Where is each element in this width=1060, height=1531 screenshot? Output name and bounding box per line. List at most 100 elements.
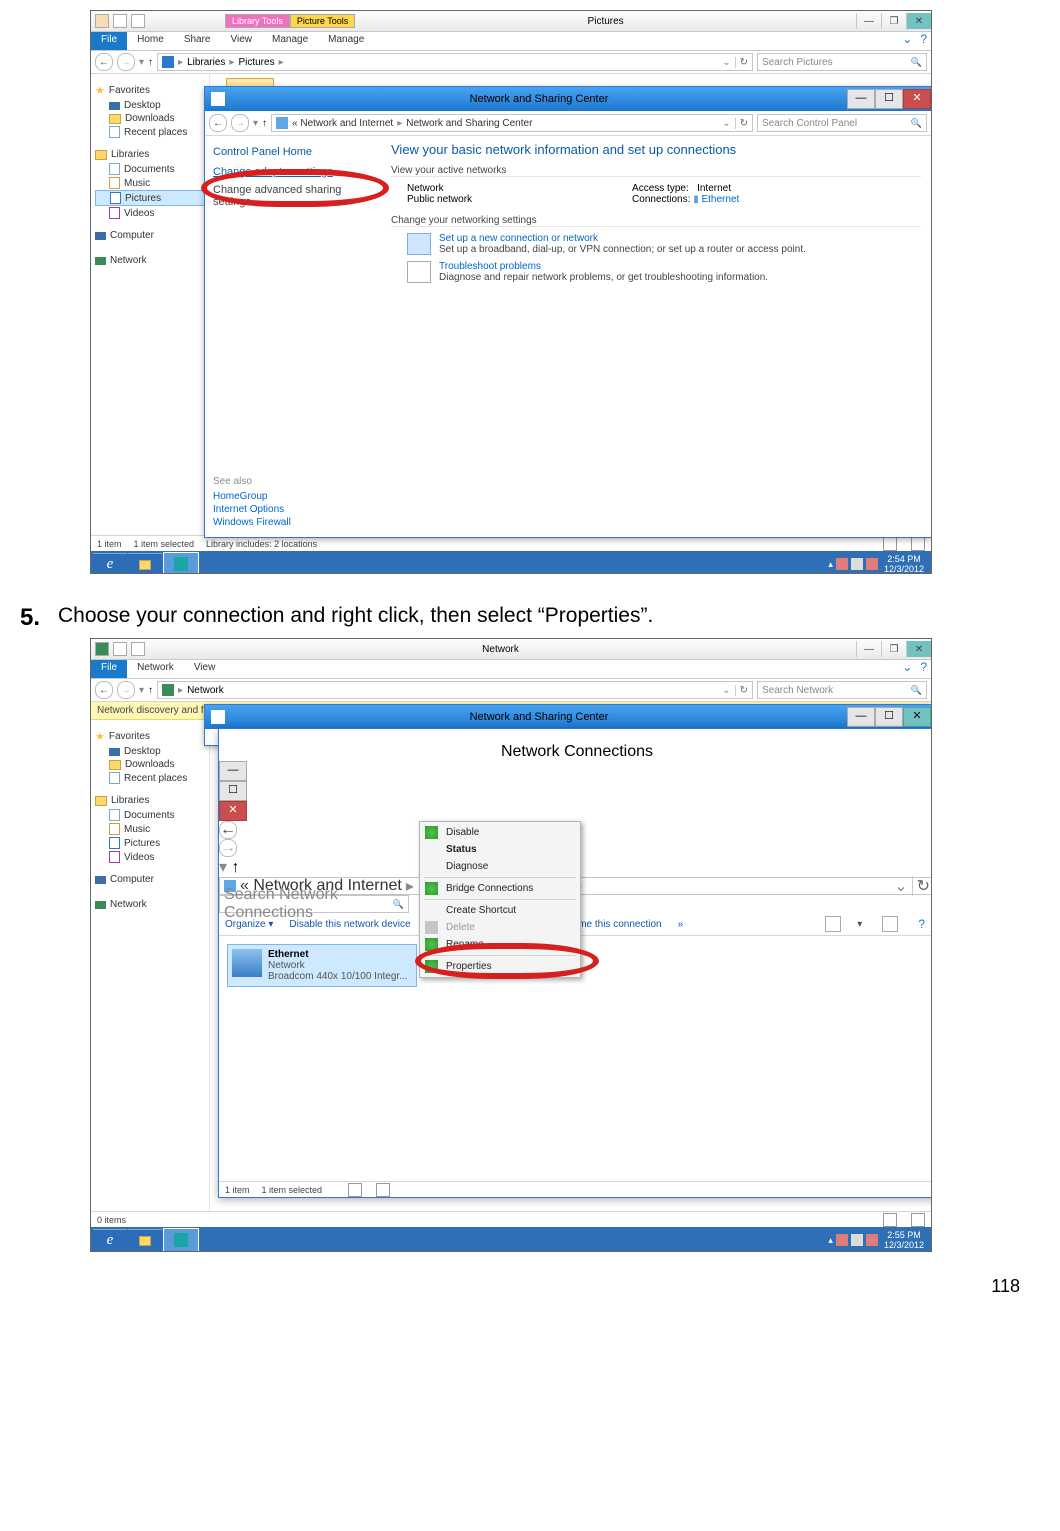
ribbon-tab[interactable]: View <box>221 32 263 50</box>
address-bar[interactable]: ▸ Libraries ▸ Pictures ▸ ⌄ ↻ <box>157 53 753 71</box>
ctx-rename[interactable]: Rename <box>420 936 580 953</box>
nav-group-network[interactable]: Network <box>95 255 205 266</box>
connection-ethernet-link[interactable]: Ethernet <box>701 194 739 205</box>
clock[interactable]: 2:54 PM 12/3/2012 <box>881 553 927 574</box>
view-options-icon[interactable] <box>825 916 841 932</box>
nav-item-videos[interactable]: Videos <box>95 206 205 220</box>
show-hidden-icon[interactable]: ▴ <box>828 559 833 570</box>
ribbon-tab[interactable]: Manage <box>318 32 374 50</box>
up-button[interactable]: ↑ <box>262 118 267 129</box>
forward-button[interactable]: → <box>231 114 249 132</box>
task-title[interactable]: Set up a new connection or network <box>439 233 598 244</box>
nav-item-music[interactable]: Music <box>95 176 205 190</box>
close-button[interactable]: ✕ <box>906 13 931 29</box>
back-button[interactable]: ← <box>95 681 113 699</box>
refresh-icon[interactable]: ↻ <box>735 57 748 68</box>
properties-icon[interactable] <box>113 14 127 28</box>
ribbon-tab[interactable]: Home <box>127 32 174 50</box>
thumbnails-view-icon[interactable] <box>376 1183 390 1197</box>
ribbon-tab[interactable]: View <box>184 660 226 678</box>
ctx-bridge[interactable]: Bridge Connections <box>420 880 580 897</box>
breadcrumb[interactable]: « Network and Internet <box>292 118 393 129</box>
history-dropdown-icon[interactable]: ▾ <box>219 859 227 876</box>
task-troubleshoot[interactable]: Troubleshoot problems Diagnose and repai… <box>407 261 921 283</box>
search-input[interactable]: Search Control Panel 🔍 <box>757 114 927 132</box>
nav-group-libraries[interactable]: Libraries <box>95 795 205 806</box>
search-input[interactable]: Search Network Connections 🔍 <box>219 895 409 913</box>
task-setup-connection[interactable]: Set up a new connection or network Set u… <box>407 233 921 255</box>
nav-item-documents[interactable]: Documents <box>95 162 205 176</box>
up-button[interactable]: ↑ <box>148 57 153 68</box>
details-view-icon[interactable] <box>348 1183 362 1197</box>
dropdown-icon[interactable]: ⌄ <box>894 876 907 896</box>
properties-icon[interactable] <box>113 642 127 656</box>
ctx-properties[interactable]: Properties <box>420 958 580 975</box>
dropdown-icon[interactable]: ⌄ <box>722 685 730 696</box>
contextual-tab-library[interactable]: Library Tools <box>225 14 290 28</box>
back-button[interactable]: ← <box>209 114 227 132</box>
nav-item-recent[interactable]: Recent places <box>95 125 205 139</box>
flag-icon[interactable] <box>836 1234 848 1246</box>
close-button[interactable]: ✕ <box>219 801 247 821</box>
nav-item-recent[interactable]: Recent places <box>95 771 205 785</box>
refresh-icon[interactable]: ↻ <box>912 876 930 896</box>
nav-group-favorites[interactable]: ★Favorites <box>95 730 205 743</box>
volume-icon[interactable] <box>866 1234 878 1246</box>
dropdown-icon[interactable]: ⌄ <box>722 118 730 129</box>
connection-ethernet[interactable]: Ethernet Network Broadcom 440x 10/100 In… <box>227 944 417 987</box>
nav-group-computer[interactable]: Computer <box>95 230 205 241</box>
taskbar-explorer-button[interactable] <box>128 1229 162 1252</box>
nav-item-videos[interactable]: Videos <box>95 850 205 864</box>
see-also-internet-options[interactable]: Internet Options <box>213 504 291 515</box>
preview-pane-icon[interactable] <box>882 916 898 932</box>
search-input[interactable]: Search Pictures 🔍 <box>757 53 927 71</box>
search-input[interactable]: Search Network 🔍 <box>757 681 927 699</box>
maximize-button[interactable]: ☐ <box>875 707 903 727</box>
close-button[interactable]: ✕ <box>903 707 931 727</box>
history-dropdown-icon[interactable]: ▾ <box>139 57 144 68</box>
nav-item-downloads[interactable]: Downloads <box>95 112 205 125</box>
flag-icon[interactable] <box>836 558 848 570</box>
close-button[interactable]: ✕ <box>903 89 931 109</box>
thumbnails-view-icon[interactable] <box>911 537 925 551</box>
close-button[interactable]: ✕ <box>906 641 931 657</box>
volume-icon[interactable] <box>866 558 878 570</box>
cp-home-link[interactable]: Control Panel Home <box>213 146 373 158</box>
taskbar-control-panel-button[interactable] <box>163 552 199 574</box>
nav-group-favorites[interactable]: ★Favorites <box>95 84 205 97</box>
breadcrumb[interactable]: Network and Sharing Center <box>406 118 532 129</box>
ctx-diagnose[interactable]: Diagnose <box>420 858 580 875</box>
ctx-create-shortcut[interactable]: Create Shortcut <box>420 902 580 919</box>
address-bar[interactable]: ▸ Network ⌄ ↻ <box>157 681 753 699</box>
nav-item-documents[interactable]: Documents <box>95 808 205 822</box>
dropdown-icon[interactable]: ⌄ <box>722 57 730 68</box>
refresh-icon[interactable]: ↻ <box>735 118 748 129</box>
up-button[interactable]: ↑ <box>148 685 153 696</box>
back-button[interactable]: ← <box>219 821 237 839</box>
breadcrumb[interactable]: Network <box>187 685 224 696</box>
show-hidden-icon[interactable]: ▴ <box>828 1235 833 1246</box>
minimize-button[interactable]: — <box>856 641 881 657</box>
breadcrumb[interactable]: Pictures <box>238 57 274 68</box>
history-dropdown-icon[interactable]: ▾ <box>253 118 258 129</box>
new-folder-icon[interactable] <box>131 14 145 28</box>
nav-group-libraries[interactable]: Libraries <box>95 149 205 160</box>
up-button[interactable]: ↑ <box>231 859 239 876</box>
dropdown-icon[interactable]: ▾ <box>857 919 862 930</box>
nav-group-computer[interactable]: Computer <box>95 874 205 885</box>
taskbar-ie-button[interactable]: e <box>93 553 127 575</box>
maximize-button[interactable]: ☐ <box>875 89 903 109</box>
nav-item-desktop[interactable]: Desktop <box>95 99 205 112</box>
help-icon[interactable]: ? <box>918 917 925 931</box>
ribbon-tab-file[interactable]: File <box>91 660 127 678</box>
maximize-button[interactable]: ☐ <box>219 781 247 801</box>
nav-item-pictures[interactable]: Pictures <box>95 836 205 850</box>
ribbon-tab[interactable]: Network <box>127 660 184 678</box>
refresh-icon[interactable]: ↻ <box>735 685 748 696</box>
forward-button[interactable]: → <box>219 839 237 857</box>
details-view-icon[interactable] <box>883 537 897 551</box>
ribbon-tab[interactable]: Manage <box>262 32 318 50</box>
back-button[interactable]: ← <box>95 53 113 71</box>
task-title[interactable]: Troubleshoot problems <box>439 261 541 272</box>
minimize-button[interactable]: — <box>219 761 247 781</box>
